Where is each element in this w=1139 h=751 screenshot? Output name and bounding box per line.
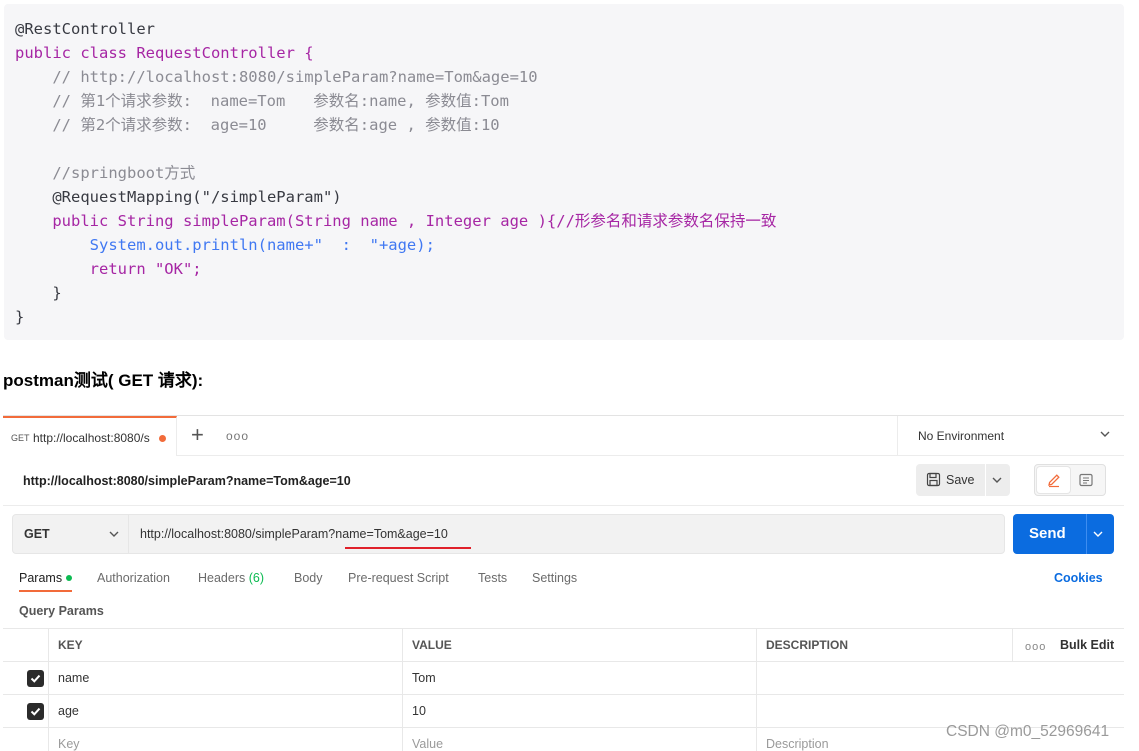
code-line-3: // http://localhost:8080/simpleParam?nam…	[15, 68, 538, 86]
chevron-down-icon[interactable]	[1091, 527, 1105, 541]
request-tab-method: GET	[11, 433, 30, 443]
col-description-header: DESCRIPTION	[756, 629, 1012, 662]
code-block: @RestController public class RequestCont…	[4, 4, 1124, 340]
send-button[interactable]: Send	[1013, 514, 1114, 554]
view-toggle	[1034, 464, 1106, 496]
key-placeholder: Key	[58, 737, 80, 751]
code-line-11: return "OK";	[15, 260, 202, 278]
tab-pre-request-script[interactable]: Pre-request Script	[348, 571, 449, 585]
code-line-5: // 第2个请求参数: age=10 参数名:age , 参数值:10	[15, 116, 500, 134]
code-line-10: System.out.println(name+" : "+age);	[15, 236, 435, 254]
query-params-title: Query Params	[19, 604, 104, 618]
code-line-7: //springboot方式	[15, 164, 196, 182]
new-key-input[interactable]: Key	[48, 728, 402, 751]
request-tab[interactable]: GET http://localhost:8080/s	[3, 416, 177, 456]
param-value: 10	[412, 704, 426, 718]
table-row: name Tom	[3, 661, 1124, 695]
code-line-13: }	[15, 308, 25, 326]
table-more-icon[interactable]: ooo	[1025, 641, 1046, 653]
active-tab-underline	[19, 590, 72, 592]
row-checkbox[interactable]	[27, 703, 44, 720]
code-line-1-text: @RestController	[15, 20, 155, 38]
section-heading: postman测试( GET 请求):	[3, 371, 204, 390]
code-line-2: public class RequestController {	[15, 41, 314, 65]
edit-button[interactable]	[1037, 467, 1070, 493]
environment-selector[interactable]: No Environment	[897, 416, 1124, 456]
url-highlight-underline	[345, 547, 471, 549]
col-value-label: VALUE	[412, 638, 452, 652]
tab-params-label: Params	[19, 571, 63, 585]
tab-tests[interactable]: Tests	[478, 571, 507, 585]
url-input[interactable]: http://localhost:8080/simpleParam?name=T…	[140, 527, 448, 541]
checkmark-icon	[30, 674, 41, 683]
watermark: CSDN @m0_52969641	[946, 723, 1110, 740]
params-table-header: KEY VALUE DESCRIPTION ooo Bulk Edit	[3, 628, 1124, 662]
method-selector[interactable]: GET	[13, 515, 129, 553]
checkmark-icon	[30, 707, 41, 716]
send-label: Send	[1029, 525, 1066, 542]
postman-window: GET http://localhost:8080/s + ooo No Env…	[3, 415, 1124, 751]
save-divider	[985, 464, 986, 496]
save-label: Save	[946, 473, 975, 487]
param-value-cell[interactable]: 10	[402, 695, 756, 728]
tab-bar: GET http://localhost:8080/s + ooo No Env…	[3, 416, 1124, 456]
environment-label: No Environment	[918, 429, 1005, 443]
param-description-cell[interactable]	[756, 662, 1124, 695]
documentation-icon[interactable]	[1078, 472, 1094, 488]
headers-count: (6)	[248, 571, 265, 585]
chevron-down-icon[interactable]	[990, 473, 1004, 487]
chevron-down-icon	[1100, 431, 1110, 437]
method-label: GET	[24, 527, 50, 541]
request-title: http://localhost:8080/simpleParam?name=T…	[23, 474, 351, 488]
send-divider	[1086, 514, 1087, 554]
request-bar: GET http://localhost:8080/simpleParam?na…	[12, 514, 1005, 554]
tab-settings[interactable]: Settings	[532, 571, 577, 585]
param-key: name	[58, 671, 90, 685]
new-tab-plus-icon[interactable]: +	[191, 422, 204, 448]
tab-headers-label: Headers	[198, 571, 246, 585]
param-key: age	[58, 704, 79, 718]
code-line-12: }	[15, 284, 62, 302]
col-value-header: VALUE	[402, 629, 756, 662]
request-tab-url: http://localhost:8080/s	[33, 431, 150, 445]
col-key-label: KEY	[58, 638, 83, 652]
tab-more-icon[interactable]: ooo	[226, 429, 249, 443]
bulk-edit-button[interactable]: Bulk Edit	[1060, 638, 1114, 652]
col-key-header: KEY	[48, 629, 402, 662]
code-line-9: public String simpleParam(String name , …	[15, 212, 777, 230]
header-divider	[3, 505, 1124, 506]
row-checkbox[interactable]	[27, 670, 44, 687]
save-icon	[926, 472, 941, 487]
chevron-down-icon	[109, 531, 119, 537]
tab-headers[interactable]: Headers (6)	[198, 571, 264, 585]
param-value: Tom	[412, 671, 436, 685]
param-key-cell[interactable]: name	[48, 662, 402, 695]
code-line-2-text: public class RequestController {	[15, 44, 314, 62]
value-placeholder: Value	[412, 737, 444, 751]
description-placeholder: Description	[766, 737, 829, 751]
new-value-input[interactable]: Value	[402, 728, 756, 751]
pencil-icon	[1048, 474, 1060, 488]
param-key-cell[interactable]: age	[48, 695, 402, 728]
code-line-8: @RequestMapping("/simpleParam")	[15, 188, 342, 206]
code-line-1: @RestController	[15, 17, 155, 41]
tab-body[interactable]: Body	[294, 571, 323, 585]
code-line-4: // 第1个请求参数: name=Tom 参数名:name, 参数值:Tom	[15, 92, 509, 110]
cookies-link[interactable]: Cookies	[1054, 571, 1103, 585]
tab-params[interactable]: Params	[19, 571, 73, 585]
unsaved-dot-icon	[159, 435, 166, 442]
save-button[interactable]: Save	[916, 464, 1010, 496]
param-value-cell[interactable]: Tom	[402, 662, 756, 695]
col-description-label: DESCRIPTION	[766, 638, 849, 652]
tab-authorization[interactable]: Authorization	[97, 571, 170, 585]
params-active-dot-icon	[66, 574, 73, 581]
